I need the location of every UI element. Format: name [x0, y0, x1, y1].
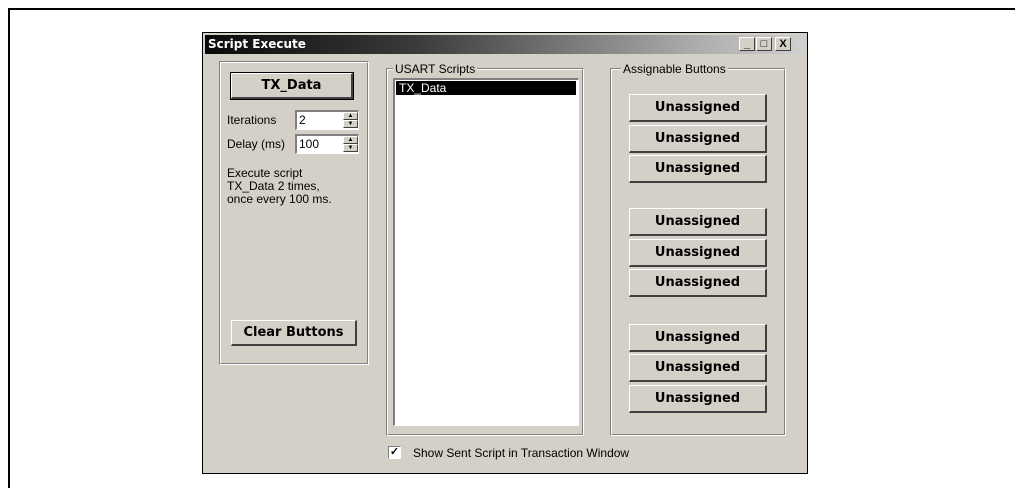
scripts-listbox[interactable]: TX_Data	[393, 78, 579, 426]
delay-label: Delay (ms)	[227, 137, 286, 151]
spin-down-icon[interactable]: ▼	[343, 120, 358, 128]
assignable-button-9[interactable]: Unassigned	[629, 385, 767, 413]
iterations-value: 2	[299, 113, 306, 127]
description-line-1: Execute script	[227, 166, 303, 180]
clear-buttons-button[interactable]: Clear Buttons	[231, 320, 357, 346]
iterations-label: Iterations	[227, 113, 277, 127]
assignable-button-6[interactable]: Unassigned	[629, 269, 767, 297]
assignable-buttons-legend: Assignable Buttons	[621, 62, 728, 76]
assignable-button-2[interactable]: Unassigned	[629, 125, 767, 153]
delay-spinner[interactable]: 100 ▲ ▼	[295, 134, 359, 154]
window-title: Script Execute	[208, 37, 306, 51]
show-sent-label: Show Sent Script in Transaction Window	[413, 446, 630, 460]
delay-value: 100	[299, 137, 320, 151]
description-line-2: TX_Data 2 times,	[227, 179, 320, 193]
usart-scripts-legend: USART Scripts	[393, 62, 478, 76]
maximize-button[interactable]: □	[756, 37, 772, 51]
iterations-spinner[interactable]: 2 ▲ ▼	[295, 110, 359, 130]
close-button[interactable]: X	[775, 37, 791, 51]
assignable-button-4[interactable]: Unassigned	[629, 208, 767, 236]
show-sent-checkbox[interactable]: ✓	[388, 446, 401, 459]
list-item[interactable]: TX_Data	[396, 81, 576, 95]
assignable-button-5[interactable]: Unassigned	[629, 239, 767, 267]
description-line-3: once every 100 ms.	[227, 192, 332, 206]
assignable-button-7[interactable]: Unassigned	[629, 324, 767, 352]
left-rule	[8, 8, 10, 488]
left-panel: TX_Data Iterations 2 ▲ ▼ Delay (ms) 100 …	[219, 61, 369, 365]
spin-up-icon[interactable]: ▲	[343, 136, 358, 144]
minimize-button[interactable]: _	[739, 37, 755, 51]
spin-down-icon[interactable]: ▼	[343, 144, 358, 152]
script-execute-window: Script Execute _ □ X TX_Data Iterations …	[202, 32, 808, 474]
assignable-button-3[interactable]: Unassigned	[629, 155, 767, 183]
script-run-button[interactable]: TX_Data	[230, 72, 354, 100]
title-bar[interactable]: Script Execute _ □ X	[205, 35, 805, 54]
top-rule	[8, 8, 1015, 10]
assignable-button-8[interactable]: Unassigned	[629, 354, 767, 382]
assignable-button-1[interactable]: Unassigned	[629, 94, 767, 122]
spin-up-icon[interactable]: ▲	[343, 112, 358, 120]
